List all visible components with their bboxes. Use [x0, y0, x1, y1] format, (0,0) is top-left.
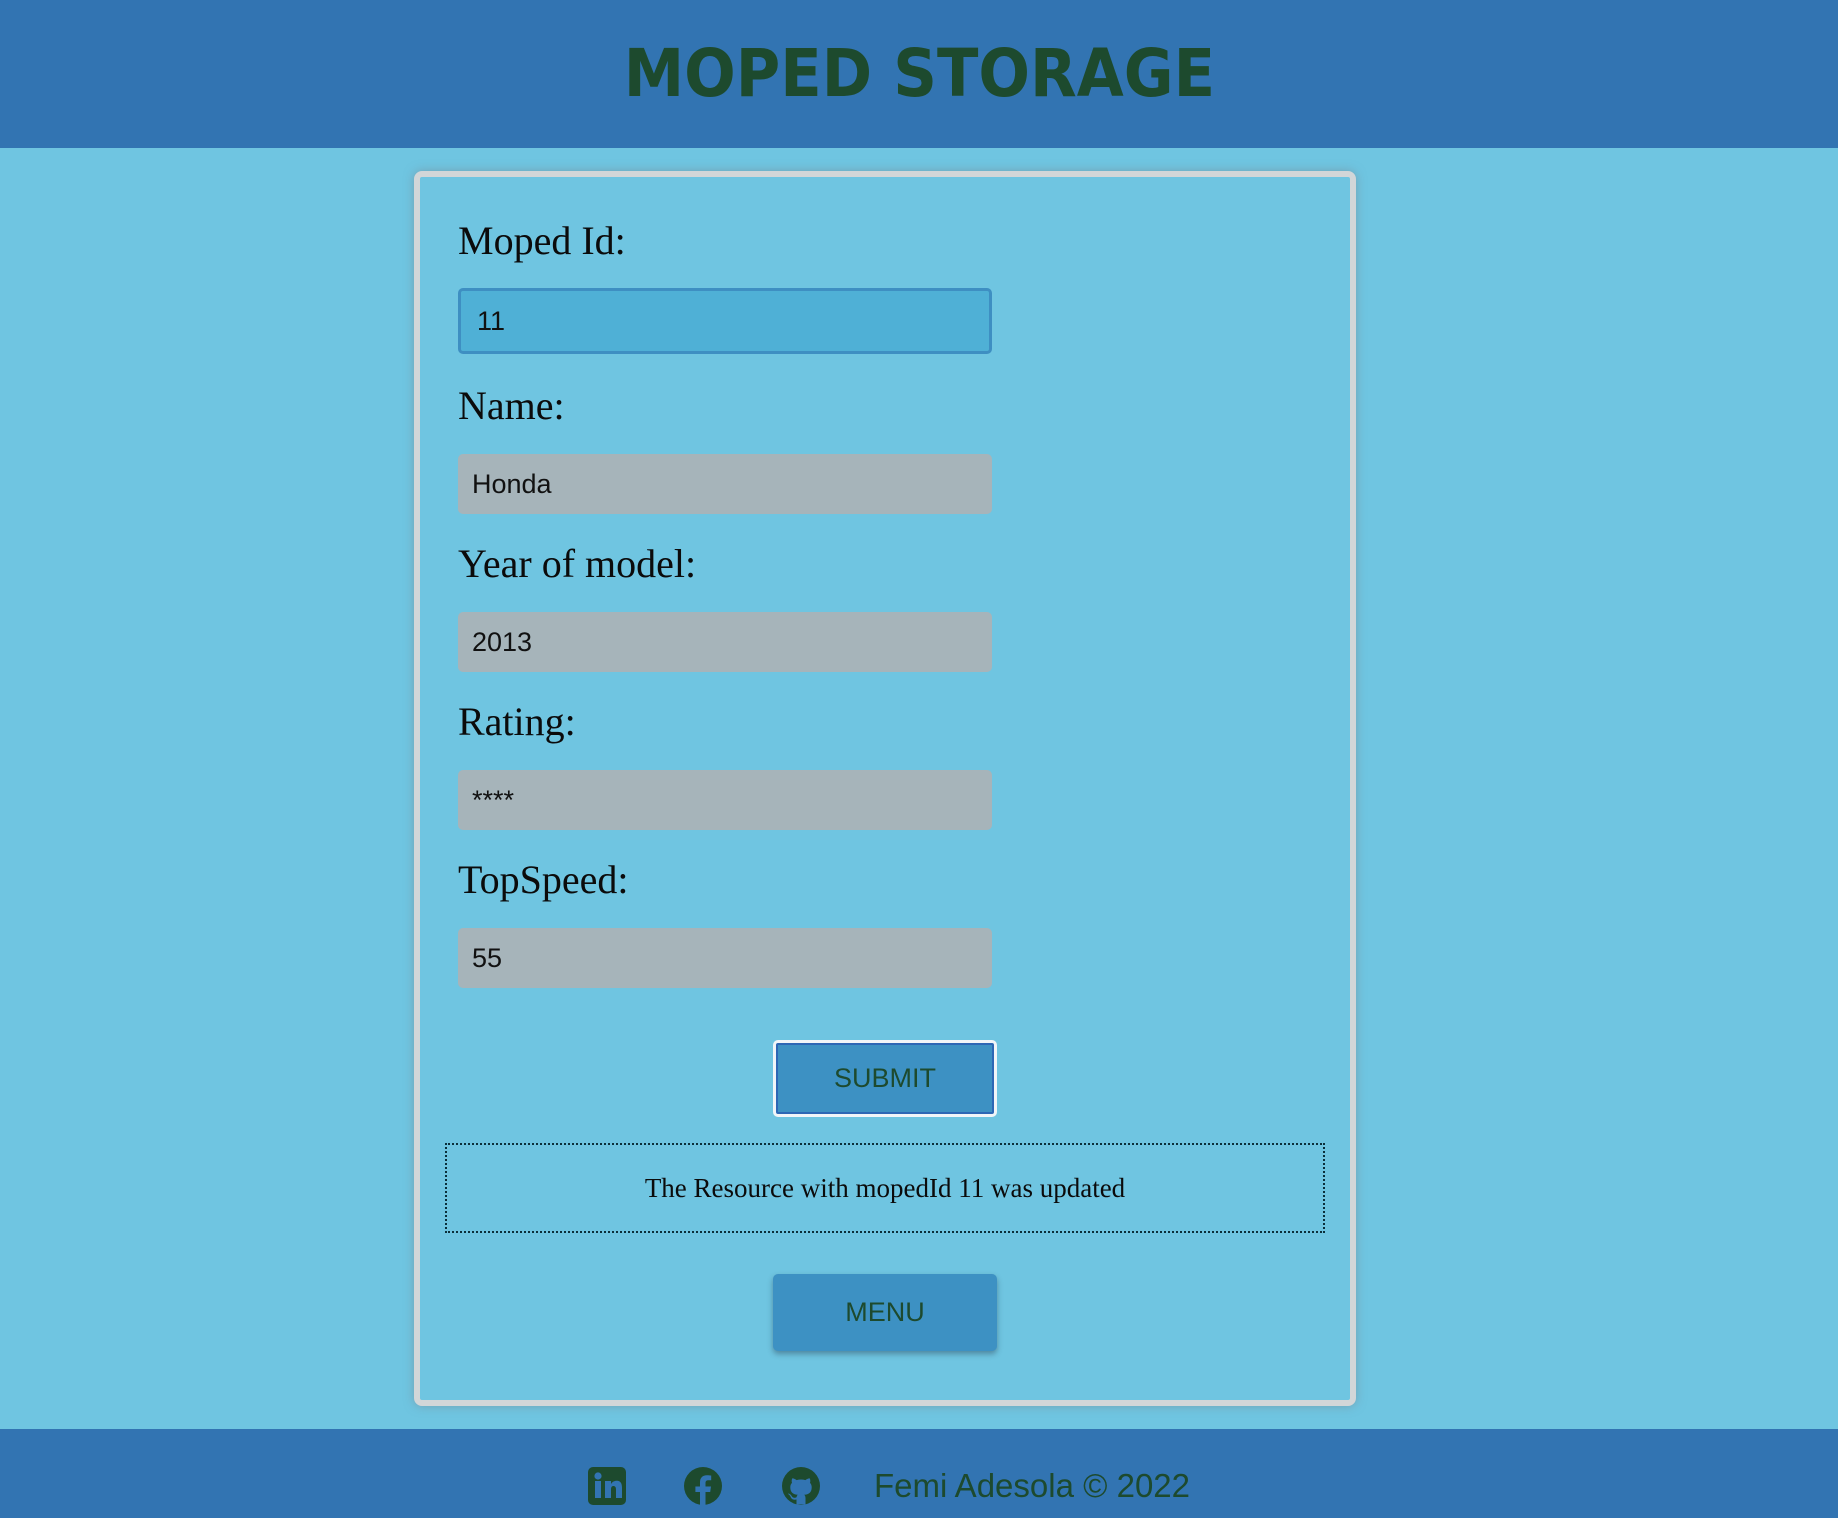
header-bar: MOPED STORAGE [0, 0, 1838, 148]
linkedin-icon[interactable] [587, 1466, 627, 1506]
facebook-icon[interactable] [683, 1466, 723, 1506]
year-of-model-input[interactable] [458, 612, 992, 672]
menu-button[interactable]: MENU [773, 1274, 997, 1351]
name-input[interactable] [458, 454, 992, 514]
update-status-message: The Resource with mopedId 11 was updated [445, 1143, 1325, 1233]
submit-button[interactable]: SUBMIT [773, 1040, 997, 1117]
rating-input[interactable] [458, 770, 992, 830]
top-speed-label: TopSpeed: [458, 857, 629, 902]
copyright-text: Femi Adesola © 2022 [874, 1467, 1190, 1504]
moped-id-input[interactable] [458, 288, 992, 354]
github-icon[interactable] [781, 1466, 821, 1506]
page-title: MOPED STORAGE [623, 34, 1215, 112]
top-speed-input[interactable] [458, 928, 992, 988]
moped-id-label: Moped Id: [458, 218, 626, 263]
year-of-model-label: Year of model: [458, 541, 697, 586]
name-label: Name: [458, 383, 565, 428]
rating-label: Rating: [458, 699, 576, 744]
